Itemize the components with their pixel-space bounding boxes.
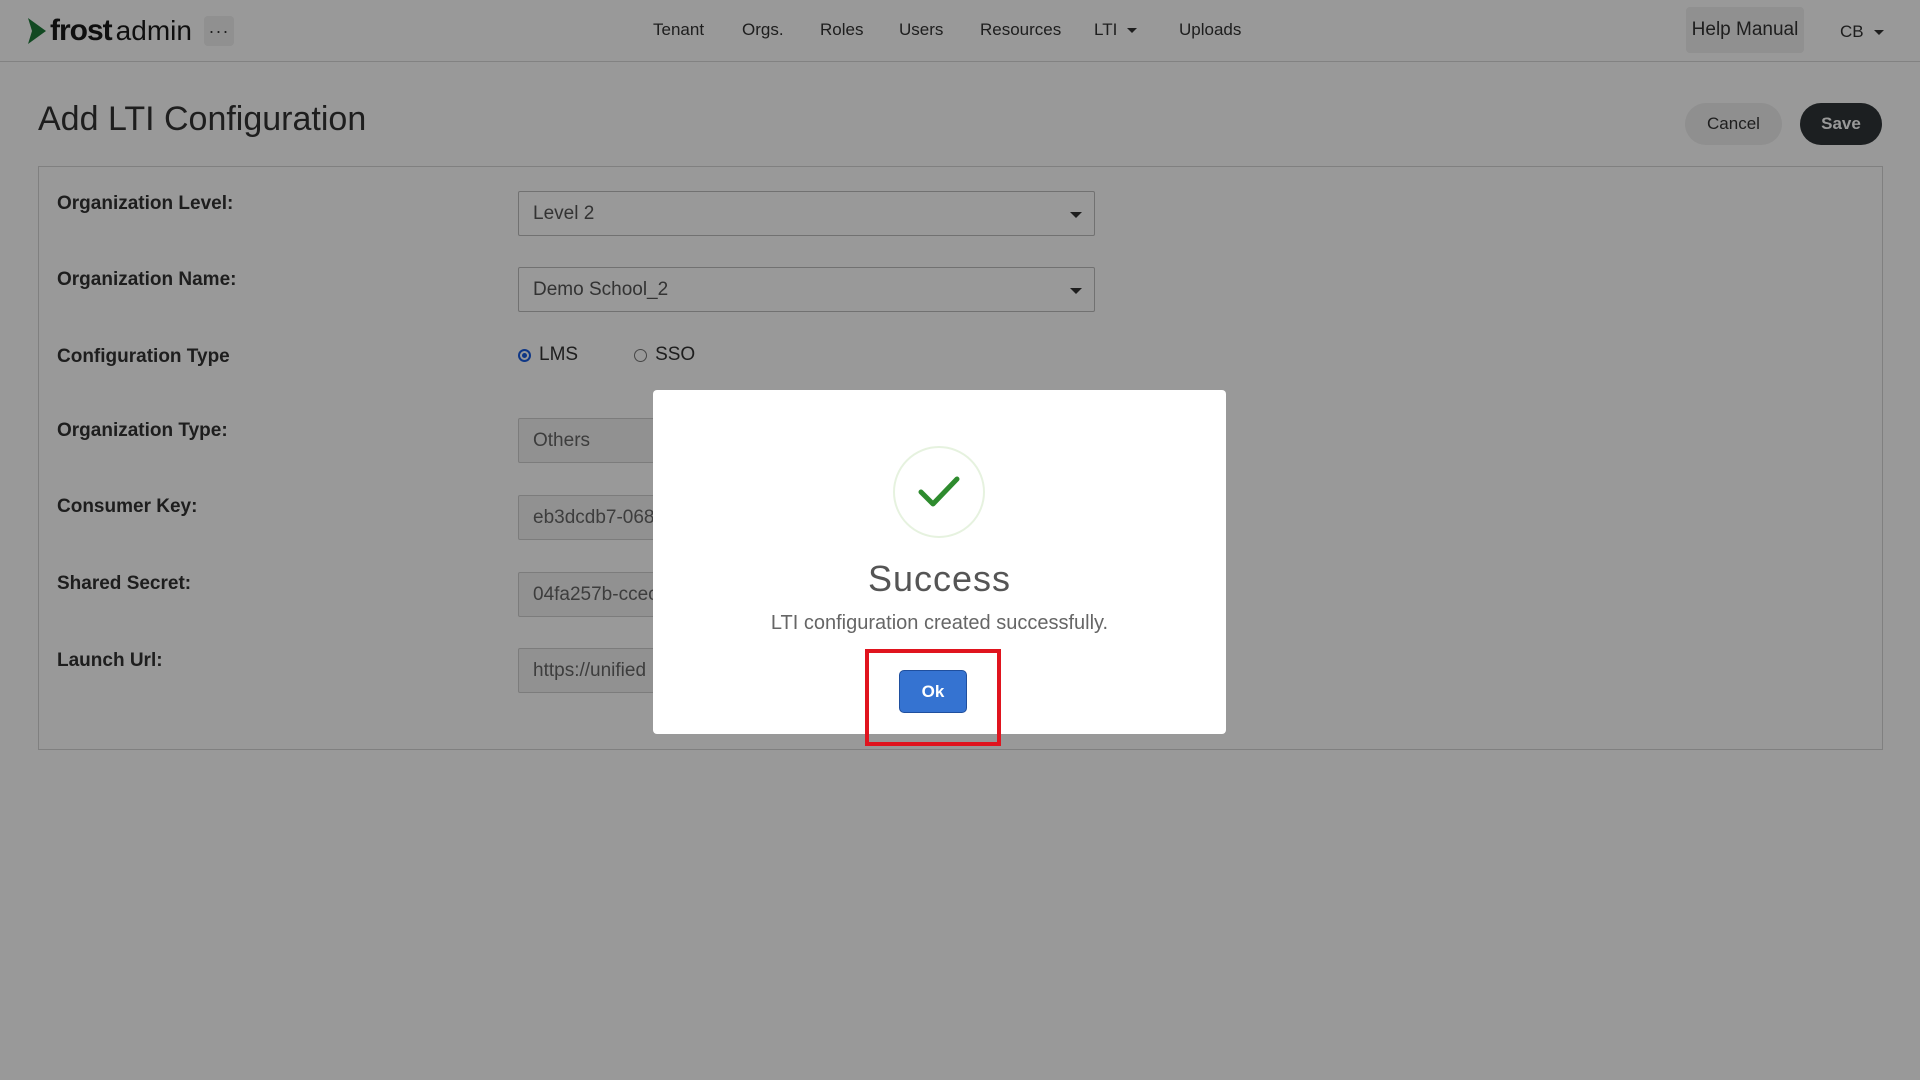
dialog-message: LTI configuration created successfully. [770,612,1109,634]
checkmark-icon [918,476,960,507]
success-check-icon [893,446,985,538]
highlight-box [865,649,1001,746]
dialog-title: Success [867,558,1012,599]
